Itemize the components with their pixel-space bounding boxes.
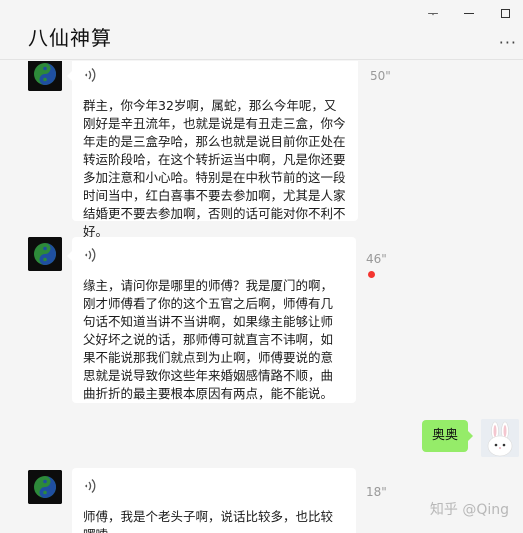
more-options-button[interactable]: ··· <box>499 33 517 52</box>
voice-icon[interactable] <box>83 478 103 498</box>
voice-transcript: 师傅，我是个老头子啊，说话比较多，也比较啰嗦 <box>83 509 334 533</box>
watermark: 知乎 @Qing <box>429 502 509 518</box>
chat-title: 八仙神算 <box>28 26 112 50</box>
sender-avatar[interactable] <box>28 237 62 271</box>
voice-duration: 18" <box>366 485 387 499</box>
my-avatar[interactable] <box>481 419 519 457</box>
maximize-icon <box>500 8 510 18</box>
voice-message-bubble[interactable]: 缘主，请问你是哪里的师傅？我是厦门的啊，刚才师傅看了你的这个五官之后啊，师傅有几… <box>67 237 356 403</box>
voice-message-bubble[interactable]: 师傅，我是个老头子啊，说话比较多，也比较啰嗦 <box>72 468 356 533</box>
sender-avatar[interactable] <box>28 470 62 504</box>
window-controls: ᅮ <box>415 0 523 26</box>
maximize-button[interactable] <box>487 0 523 26</box>
unread-dot <box>368 271 375 278</box>
minimize-button[interactable] <box>451 0 487 26</box>
voice-icon[interactable] <box>83 67 103 87</box>
voice-transcript: 群主，你今年32岁啊，属蛇，那么今年呢，又刚好是辛丑流年，也就是说是有丑走三盒，… <box>83 98 346 239</box>
voice-message-bubble[interactable]: 群主，你今年32岁啊，属蛇，那么今年呢，又刚好是辛丑流年，也就是说是有丑走三盒，… <box>67 61 358 239</box>
sent-message-bubble[interactable]: 奥奥 <box>422 420 474 452</box>
voice-duration: 46" <box>366 252 387 266</box>
message-list: 群主，你今年32岁啊，属蛇，那么今年呢，又刚好是辛丑流年，也就是说是有丑走三盒，… <box>0 61 523 533</box>
pin-button[interactable]: ᅮ <box>415 0 451 26</box>
pin-icon: ᅮ <box>427 6 439 21</box>
chat-window: 八仙神算 ··· ᅮ 群主，你今年32岁啊，属蛇，那么今年呢，又刚好是辛丑流年，… <box>0 0 523 533</box>
minimize-icon <box>464 12 474 14</box>
yin-yang-icon <box>28 61 62 91</box>
voice-transcript: 缘主，请问你是哪里的师傅？我是厦门的啊，刚才师傅看了你的这个五官之后啊，师傅有几… <box>83 278 334 401</box>
bunny-avatar-icon <box>481 419 519 457</box>
voice-icon[interactable] <box>83 247 103 267</box>
yin-yang-icon <box>28 237 62 271</box>
sent-message-text: 奥奥 <box>432 428 459 443</box>
sender-avatar[interactable] <box>28 61 62 91</box>
voice-duration: 50" <box>370 69 391 83</box>
yin-yang-icon <box>28 470 62 504</box>
